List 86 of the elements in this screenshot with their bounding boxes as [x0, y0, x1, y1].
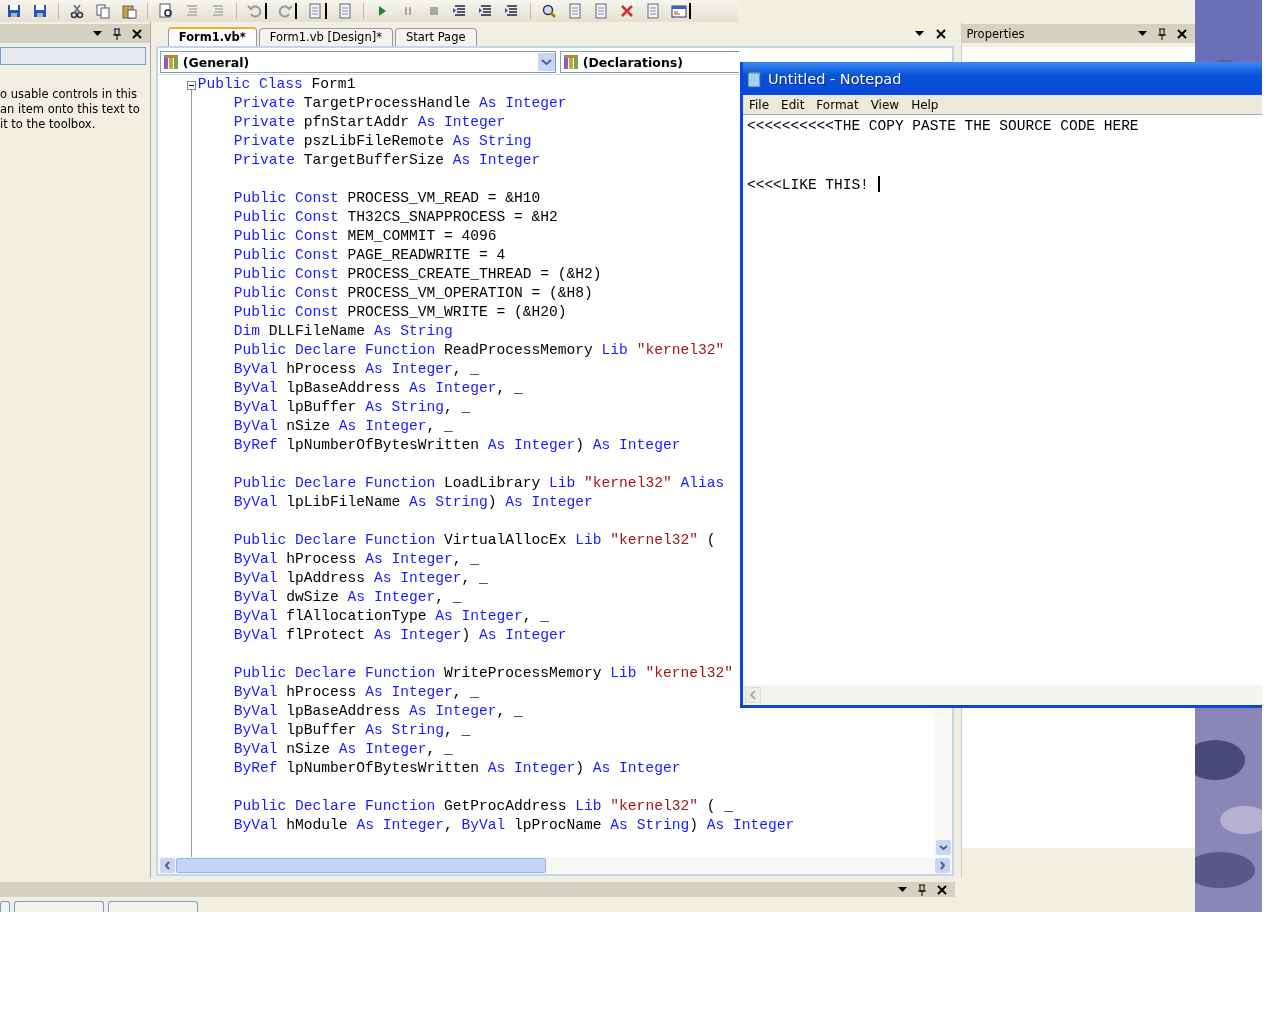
code-line: Private pszLibFileRemote As String: [233, 132, 532, 151]
close-icon[interactable]: [937, 884, 947, 895]
pin-icon[interactable]: [111, 27, 122, 40]
code-line: ByVal lpLibFileName As String) As Integer: [233, 493, 593, 512]
collapse-icon[interactable]: [186, 81, 196, 90]
cut-icon[interactable]: [69, 3, 85, 19]
menu-item[interactable]: Help: [911, 97, 939, 112]
code-line: Public Declare Function GetProcAddress Lib "kernel32" ( _: [233, 797, 733, 816]
redo-icon[interactable]: [277, 3, 293, 19]
code-line: Private TargetBufferSize As Integer: [233, 151, 541, 170]
close-icon[interactable]: [936, 29, 947, 39]
code-line: Public Const PROCESS_VM_READ = &H10: [233, 189, 541, 208]
menu-item[interactable]: File: [749, 97, 770, 112]
panel-tab[interactable]: [108, 901, 198, 912]
code-line: ByVal lpBaseAddress As Integer, _: [233, 702, 523, 721]
menu-item[interactable]: Edit: [781, 97, 805, 112]
code-line: ByVal nSize As Integer, _: [233, 417, 453, 436]
close-icon[interactable]: [131, 28, 142, 39]
scroll-down-icon[interactable]: [936, 840, 952, 855]
code-line: ByVal hProcess As Integer, _: [233, 360, 479, 379]
panel-tab[interactable]: [14, 901, 104, 912]
code-line: ByVal lpBuffer As String, _: [233, 398, 471, 417]
paste-icon[interactable]: [121, 3, 137, 19]
text-area[interactable]: <<<<<<<<<<THE COPY PASTE THE SOURCE CODE HERE <<<<LIKE THIS!: [743, 114, 1262, 685]
code-line: ByVal hProcess As Integer, _: [233, 550, 479, 569]
close-icon[interactable]: [1177, 28, 1187, 39]
scroll-left-icon[interactable]: [159, 858, 175, 873]
code-line: Private TargetProcessHandle As Integer: [233, 94, 567, 113]
panel-title: Properties: [966, 26, 1025, 41]
search-icon[interactable]: [541, 3, 557, 19]
class-icon: [162, 54, 181, 70]
document-tab[interactable]: Form1.vb [Design]*: [258, 28, 393, 46]
toolbox-hint-text: it to the toolbox.: [0, 117, 97, 132]
indent-icon[interactable]: [452, 3, 468, 19]
toolbox-field[interactable]: [0, 47, 146, 65]
indent-icon[interactable]: [504, 3, 520, 19]
save-all-icon[interactable]: [32, 3, 48, 19]
code-line: Public Declare Function ReadProcessMemory Lib "kernel32": [233, 341, 725, 360]
undo-icon[interactable]: [247, 3, 263, 19]
pin-icon[interactable]: [917, 883, 927, 896]
code-line: Public Class Form1: [197, 75, 356, 94]
find-icon[interactable]: [158, 3, 174, 19]
menu-item[interactable]: View: [870, 97, 900, 112]
notepad-icon: [746, 69, 762, 88]
code-line: Dim DLLFileName As String: [233, 322, 453, 341]
class-dropdown[interactable]: (General): [159, 51, 556, 73]
code-line: ByVal hModule As Integer, ByVal lpProcName As String) As Integer: [233, 816, 795, 835]
code-line: ByVal hProcess As Integer, _: [233, 683, 479, 702]
horizontal-scrollbar[interactable]: [743, 685, 1262, 705]
code-line: ByVal flProtect As Integer) As Integer: [233, 626, 567, 645]
code-line: Public Const MEM_COMMIT = 4096: [233, 227, 497, 246]
toolbox-hint-text: o usable controls in this: [0, 87, 138, 102]
code-line: Public Declare Function WriteProcessMemory Lib "kernel32": [233, 664, 733, 683]
code-line: ByVal flAllocationType As Integer, _: [233, 607, 550, 626]
document-tab[interactable]: Start Page: [394, 28, 477, 46]
code-line: ByVal dwSize As Integer, _: [233, 588, 462, 607]
text-cursor: [877, 176, 880, 193]
menu-item[interactable]: Format: [816, 97, 859, 112]
method-dropdown[interactable]: (Declarations): [559, 51, 739, 73]
code-line: Private pfnStartAddr As Integer: [233, 113, 506, 132]
window-icon[interactable]: [671, 3, 687, 19]
code-line: Public Declare Function LoadLibrary Lib "kernel32" Alias: [233, 474, 725, 493]
class-icon: [562, 54, 581, 70]
code-line: Public Const PROCESS_VM_OPERATION = (&H8): [233, 284, 593, 303]
code-line: Public Const PAGE_READWRITE = 4: [233, 246, 506, 265]
code-line: Public Const TH32CS_SNAPPROCESS = &H2: [233, 208, 558, 227]
save-icon[interactable]: [6, 3, 22, 19]
code-line: Public Const PROCESS_CREATE_THREAD = (&H2): [233, 265, 602, 284]
code-line: ByVal lpBuffer As String, _: [233, 721, 471, 740]
document-tab[interactable]: Form1.vb*: [167, 27, 257, 46]
pin-icon[interactable]: [1157, 27, 1167, 40]
code-line: ByVal lpAddress As Integer, _: [233, 569, 488, 588]
scroll-thumb[interactable]: [175, 858, 546, 873]
copy-icon[interactable]: [95, 3, 111, 19]
code-line: Public Declare Function VirtualAllocEx Lib "kernel32" (: [233, 531, 716, 550]
code-line: ByRef lpNumberOfBytesWritten As Integer) As Integer: [233, 436, 681, 455]
scroll-right-icon[interactable]: [935, 858, 951, 873]
code-line: ByVal lpBaseAddress As Integer, _: [233, 379, 523, 398]
code-line: Public Const PROCESS_VM_WRITE = (&H20): [233, 303, 567, 322]
toolbox-hint-text: an item onto this text to: [0, 102, 141, 117]
code-line: ByVal nSize As Integer, _: [233, 740, 453, 759]
code-line: ByRef lpNumberOfBytesWritten As Integer) As Integer: [233, 759, 681, 778]
window-title: Untitled - Notepad: [768, 70, 902, 87]
panel-tab[interactable]: [0, 901, 10, 912]
indent-icon[interactable]: [478, 3, 494, 19]
horizontal-scrollbar[interactable]: [157, 857, 953, 874]
